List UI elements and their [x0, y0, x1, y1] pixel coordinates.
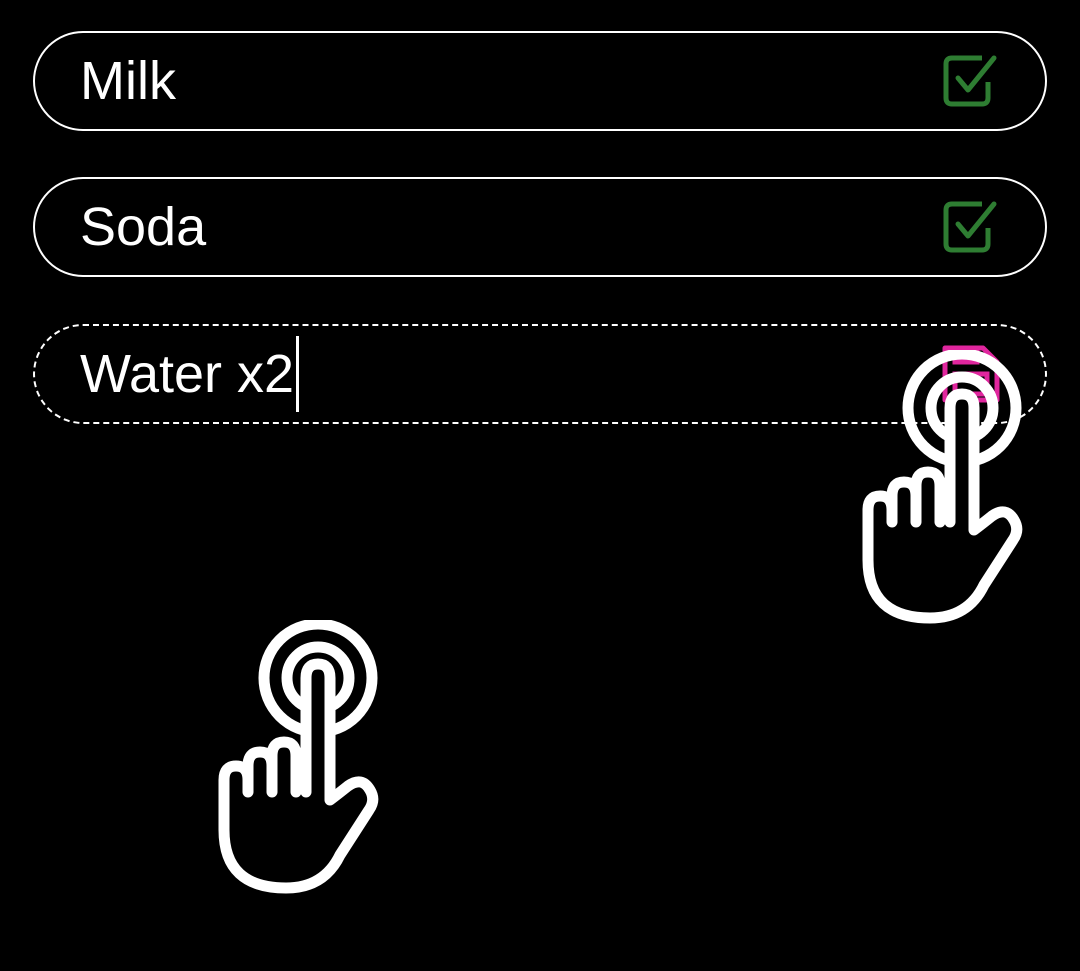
list-item[interactable]: Soda: [33, 177, 1047, 277]
shopping-list-screen: Milk Soda Water x2: [0, 0, 1080, 971]
checkbox-checked-icon[interactable]: [941, 51, 1001, 111]
list-item[interactable]: Milk: [33, 31, 1047, 131]
tap-gesture-icon: [858, 348, 1028, 630]
tap-gesture-icon: [214, 618, 384, 900]
item-label: Soda: [80, 197, 207, 257]
text-cursor: [296, 336, 300, 412]
checkbox-checked-icon[interactable]: [941, 197, 1001, 257]
item-input-value: Water x2: [80, 344, 295, 404]
item-label: Milk: [80, 51, 176, 111]
item-text-input[interactable]: Water x2: [80, 336, 300, 412]
